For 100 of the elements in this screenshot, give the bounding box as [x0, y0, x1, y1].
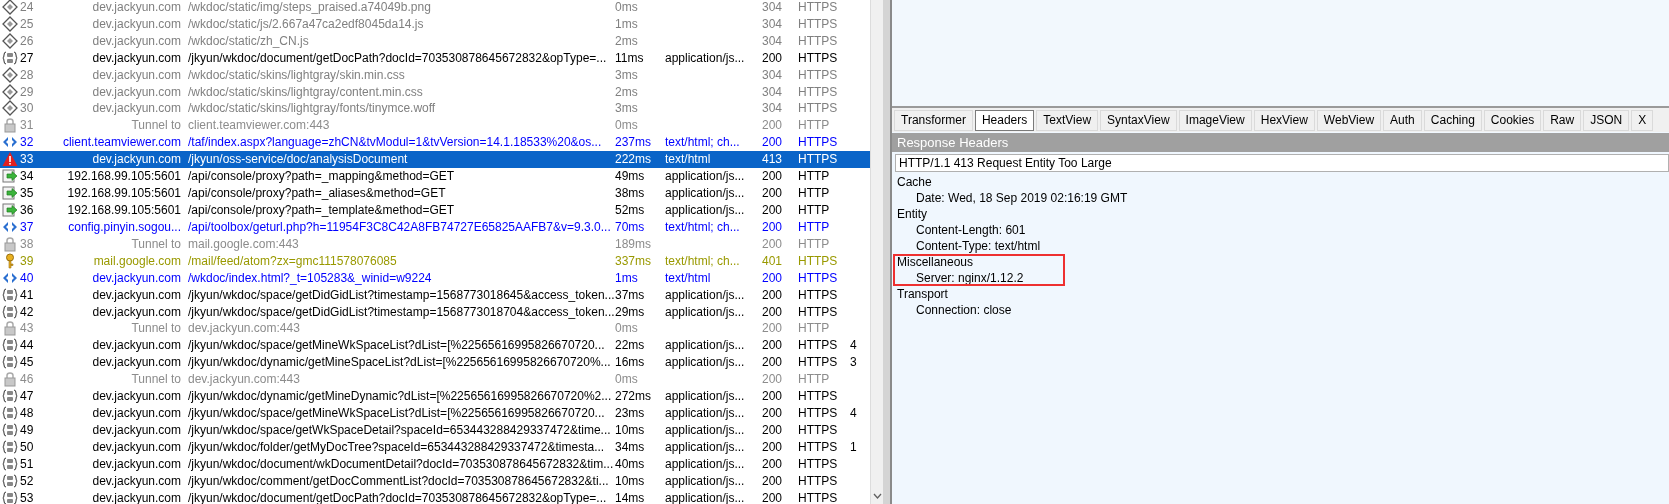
inspector-tab[interactable]: Transformer — [894, 110, 973, 131]
status-cell-text: 200 — [762, 169, 784, 184]
session-row[interactable]: 48 dev.jackyun.com /jkyun/wkdoc/space/getMineWkSpaceList?dList=[%22565616995826670720... 23ms application/js... 200 HTTPS 4 — [0, 404, 870, 422]
lock-icon — [2, 235, 18, 252]
inspector-tab[interactable]: Auth — [1383, 110, 1422, 131]
session-row[interactable]: 40 dev.jackyun.com /wkdoc/index.html?_t=105283&_winid=w9224 1ms text/html 200 HTTPS — [0, 269, 870, 287]
host-cell-text: dev.jackyun.com — [91, 406, 181, 421]
session-row[interactable]: 42 dev.jackyun.com /jkyun/wkdoc/space/getDidGidList?timestamp=1568773018704&access_token...29ms application/js... 200 HTTPS — [0, 303, 870, 320]
time-cell-text: 1ms — [615, 16, 639, 31]
inspector-tab[interactable]: ImageView — [1178, 110, 1252, 131]
protocol-cell-text: HTTP — [798, 203, 831, 217]
url-cell-text: /wkdoc/static/skins/lightgray/fonts/tinymce.woff — [187, 101, 437, 116]
session-row[interactable]: 43 Tunnel to dev.jackyun.com:443 0ms 200 HTTP — [0, 320, 870, 337]
session-row[interactable]: 30 dev.jackyun.com /wkdoc/static/skins/lightgray/fonts/tinymce.woff 3ms 304 HTTPS — [0, 100, 870, 117]
vertical-scrollbar[interactable] — [870, 0, 883, 504]
host-cell-text: 192.168.99.105:5601 — [66, 203, 181, 217]
json-icon — [2, 455, 18, 472]
session-row[interactable]: 41 dev.jackyun.com /jkyun/wkdoc/space/getDidGidList?timestamp=1568773018645&access_token...37ms application/js... 200 HTTPS — [0, 286, 870, 304]
json-icon — [2, 303, 18, 320]
url-cell-text: /jkyun/wkdoc/space/getWkSpaceDetail?spaceId=653443288429337472&time... — [187, 423, 612, 437]
content-type-cell-text: application/js... — [665, 355, 746, 370]
content-type-cell-text: application/js... — [665, 169, 746, 184]
url-cell-text: /api/toolbox/geturl.php?h=11954F3C8C42A8FB74727E65825AAFB7&v=9.3.0... — [187, 219, 612, 234]
inspector-tab[interactable]: SyntaxView — [1100, 110, 1177, 131]
inspector-tab[interactable]: TextView — [1036, 110, 1099, 131]
row-number: 24 — [20, 0, 35, 14]
session-row[interactable]: 29 dev.jackyun.com /wkdoc/static/skins/lightgray/content.min.css 2ms 304 HTTPS — [0, 83, 870, 101]
session-row[interactable]: 33 dev.jackyun.com /jkyun/oss-service/doc/analysisDocument 222ms text/html 413 HTTPS — [0, 150, 870, 168]
session-row[interactable]: 25 dev.jackyun.com /wkdoc/static/js/2.667a47ca2edf8045da14.js 1ms 304 HTTPS — [0, 15, 870, 33]
row-number: 25 — [20, 16, 35, 31]
host-cell-text: config.pinyin.sogou... — [67, 219, 181, 234]
row-number: 33 — [20, 152, 35, 167]
session-row[interactable]: 50 dev.jackyun.com /jkyun/wkdoc/folder/getMyDocTree?spaceId=653443288429337472&timesta... 34ms application/js... 200 HTTPS 1 — [0, 438, 870, 456]
host-cell-text: dev.jackyun.com — [91, 423, 181, 437]
session-row[interactable]: 31 Tunnel to client.teamviewer.com:443 0ms 200 HTTP — [0, 116, 870, 134]
header-entry[interactable]: Content-Length: 601 — [897, 222, 1041, 238]
inspector-tab[interactable]: Headers — [974, 110, 1035, 131]
session-row[interactable]: 27 dev.jackyun.com /jkyun/wkdoc/document/getDocPath?docId=703530878645672832&opType=... 11ms application/js... 200 HTTPS — [0, 49, 870, 67]
session-row[interactable]: 28 dev.jackyun.com /wkdoc/static/skins/lightgray/skin.min.css 3ms 304 HTTPS — [0, 66, 870, 84]
status-cell-text: 200 — [762, 406, 784, 421]
session-row[interactable]: 47 dev.jackyun.com /jkyun/wkdoc/dynamic/getMineDynamic?dList=[%22565616995826670720%2... 272ms application/js... 200 HTTPS — [0, 387, 870, 405]
session-row[interactable]: 36 192.168.99.105:5601 /api/console/proxy?path=_template&method=GET 52ms application/js... 200 HTTP — [0, 201, 870, 219]
protocol-cell-text: HTTPS — [798, 16, 839, 31]
session-row[interactable]: 37 config.pinyin.sogou... /api/toolbox/geturl.php?h=11954F3C8C42A8FB74727E65825AAFB7&v=9.3.0... 70ms text/html; ch... 200 HTTP — [0, 218, 870, 236]
header-group[interactable]: Cache — [897, 174, 1128, 190]
time-cell-text: 29ms — [615, 304, 646, 319]
inspector-tab[interactable]: X — [1631, 110, 1654, 131]
time-cell-text: 2ms — [615, 84, 639, 99]
session-row[interactable]: 53 dev.jackyun.com /jkyun/wkdoc/document/getDocPath?docId=703530878645672832&opType=... 14ms application/js... 200 HTTPS — [0, 489, 870, 504]
row-number: 43 — [20, 321, 35, 336]
time-cell-text: 11ms — [615, 50, 645, 65]
inspector-tab[interactable]: JSON — [1583, 110, 1630, 131]
header-group[interactable]: Miscellaneous — [897, 254, 1024, 270]
session-row[interactable]: 32 client.teamviewer.com /taf/index.aspx?language=zhCN&tvModul=1&tvVersion=14.1.18533%20&os... 237ms text/html; ch... 200 HTTPS — [0, 133, 870, 151]
protocol-cell-text: HTTPS — [798, 490, 839, 504]
session-row[interactable]: 35 192.168.99.105:5601 /api/console/proxy?path=_aliases&method=GET 38ms application/js... 200 HTTP — [0, 184, 870, 202]
content-type-cell-text: text/html — [665, 270, 712, 285]
json-icon — [2, 354, 18, 371]
row-number: 48 — [20, 406, 35, 421]
session-row[interactable]: 45 dev.jackyun.com /jkyun/wkdoc/dynamic/getMineSpaceList?dList=[%22565616995826670720%... 16ms application/js... 200 HTTPS 3 — [0, 353, 870, 371]
time-cell-text: 0ms — [615, 372, 639, 387]
header-entry[interactable]: Server: nginx/1.12.2 — [897, 270, 1024, 286]
content-type-cell-text: application/js... — [665, 287, 746, 302]
content-type-cell-text: application/js... — [665, 473, 746, 488]
time-cell-text: 2ms — [615, 33, 639, 48]
status-cell-text: 200 — [762, 338, 784, 353]
host-cell-text: 192.168.99.105:5601 — [66, 169, 181, 184]
header-group[interactable]: Transport — [897, 286, 1012, 302]
header-group[interactable]: Entity — [897, 206, 1041, 222]
url-cell-text: dev.jackyun.com:443 — [187, 321, 301, 336]
status-cell-text: 200 — [762, 186, 784, 201]
scroll-down-icon[interactable] — [872, 493, 882, 499]
url-cell-text: /taf/index.aspx?language=zhCN&tvModul=1&tvVersion=14.1.18533%20&os... — [187, 135, 603, 150]
header-entry[interactable]: Content-Type: text/html — [897, 238, 1041, 254]
inspector-tab[interactable]: Caching — [1423, 110, 1482, 131]
inspector-tab[interactable]: Cookies — [1483, 110, 1542, 131]
row-number: 53 — [20, 490, 35, 504]
session-row[interactable]: 46 Tunnel to dev.jackyun.com:443 0ms 200 HTTP — [0, 370, 870, 388]
session-row[interactable]: 51 dev.jackyun.com /jkyun/wkdoc/document/wkDocumentDetail?docId=703530878645672832&tim...40ms application/js... 200 HTTPS — [0, 455, 870, 473]
session-row[interactable]: 38 Tunnel to mail.google.com:443 189ms 200 HTTP — [0, 235, 870, 253]
status-cell-text: 200 — [762, 287, 784, 302]
json-icon — [2, 489, 18, 504]
session-row[interactable]: 34 192.168.99.105:5601 /api/console/proxy?path=_mapping&method=GET 49ms application/js... 200 HTTP — [0, 167, 870, 185]
inspector-tab[interactable]: WebView — [1316, 110, 1382, 131]
session-row[interactable]: 49 dev.jackyun.com /jkyun/wkdoc/space/getWkSpaceDetail?spaceId=653443288429337472&time... 10ms application/js... 200 HTTPS — [0, 421, 870, 439]
section-title: Response Headers — [892, 133, 1669, 152]
protocol-cell-text: HTTPS — [798, 253, 839, 268]
header-entry[interactable]: Date: Wed, 18 Sep 2019 02:16:19 GMT — [897, 190, 1128, 206]
table-cell-text: 4 — [850, 338, 858, 353]
row-number: 29 — [20, 84, 35, 99]
inspector-tab[interactable]: HexView — [1253, 110, 1315, 131]
header-entry[interactable]: Connection: close — [897, 302, 1012, 318]
session-row[interactable]: 52 dev.jackyun.com /jkyun/wkdoc/comment/getDocCommentList?docId=703530878645672832&ti... 10ms application/js... 200 HTTPS — [0, 472, 870, 490]
inspector-tab[interactable]: Raw — [1543, 110, 1582, 131]
url-cell-text: /jkyun/wkdoc/document/wkDocumentDetail?docId=703530878645672832&tim... — [187, 456, 615, 471]
splitter[interactable] — [883, 0, 892, 504]
session-row[interactable]: 44 dev.jackyun.com /jkyun/wkdoc/space/getMineWkSpaceList?dList=[%22565616995826670720... 22ms application/js... 200 HTTPS 4 — [0, 336, 870, 354]
url-cell-text: /jkyun/wkdoc/space/getDidGidList?timestamp=1568773018704&access_token... — [187, 304, 615, 319]
session-row[interactable]: 26 dev.jackyun.com /wkdoc/static/zh_CN.js 2ms 304 HTTPS — [0, 32, 870, 50]
session-row[interactable]: 24 dev.jackyun.com /wkdoc/static/img/steps_praised.a74049b.png 0ms 304 HTTPS — [0, 0, 870, 16]
